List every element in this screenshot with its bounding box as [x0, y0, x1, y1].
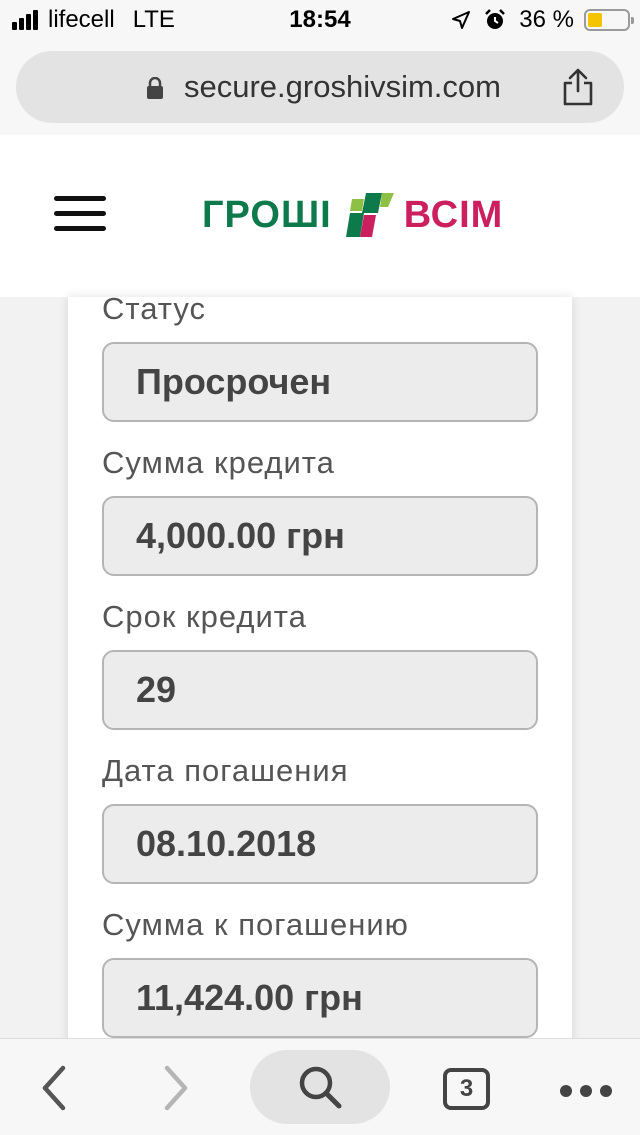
site-logo[interactable]: ГРОШІ ВСІМ: [202, 190, 503, 240]
tabs-button[interactable]: 3: [443, 1068, 490, 1110]
logo-word-vsim: ВСІМ: [403, 193, 504, 236]
due-date-label: Дата погашения: [102, 753, 349, 788]
repayment-amount-label: Сумма к погашению: [102, 907, 409, 942]
url-text: secure.groshivsim.com: [184, 69, 501, 104]
status-right: 36 %: [451, 6, 634, 34]
loan-term-label: Срок кредита: [102, 599, 307, 634]
status-label: Статус: [102, 291, 206, 326]
browser-toolbar: 3: [0, 1038, 640, 1135]
repayment-amount-field: 11,424.00 грн: [102, 958, 538, 1038]
share-icon[interactable]: [560, 67, 596, 107]
address-bar[interactable]: secure.groshivsim.com: [16, 51, 624, 123]
search-button[interactable]: [250, 1050, 390, 1124]
battery-fill: [588, 13, 602, 27]
search-icon: [299, 1066, 342, 1109]
menu-icon[interactable]: [54, 196, 106, 232]
more-options-icon[interactable]: [560, 1085, 620, 1097]
loan-term-field: 29: [102, 650, 538, 730]
status-field: Просрочен: [102, 342, 538, 422]
logo-mark-icon: [345, 193, 394, 237]
chevron-left-icon: [42, 1065, 66, 1110]
logo-word-groshi: ГРОШІ: [202, 193, 332, 236]
location-arrow-icon: [452, 11, 471, 29]
loan-amount-label: Сумма кредита: [102, 445, 335, 480]
loan-details-card: Статус Просрочен Сумма кредита 4,000.00 …: [68, 291, 572, 1057]
due-date-field: 08.10.2018: [102, 804, 538, 884]
lock-icon: [147, 77, 163, 99]
site-header: ГРОШІ ВСІМ: [0, 135, 640, 297]
chevron-right-icon: [164, 1065, 188, 1110]
browser-address-area: secure.groshivsim.com: [0, 40, 640, 135]
alarm-icon: [485, 9, 506, 29]
battery-percent: 36 %: [519, 6, 574, 33]
back-button[interactable]: [32, 1039, 76, 1135]
battery-icon: [584, 9, 634, 31]
loan-amount-field: 4,000.00 грн: [102, 496, 538, 576]
forward-button[interactable]: [154, 1039, 198, 1135]
status-bar: lifecell LTE 18:54 36 %: [0, 0, 640, 40]
